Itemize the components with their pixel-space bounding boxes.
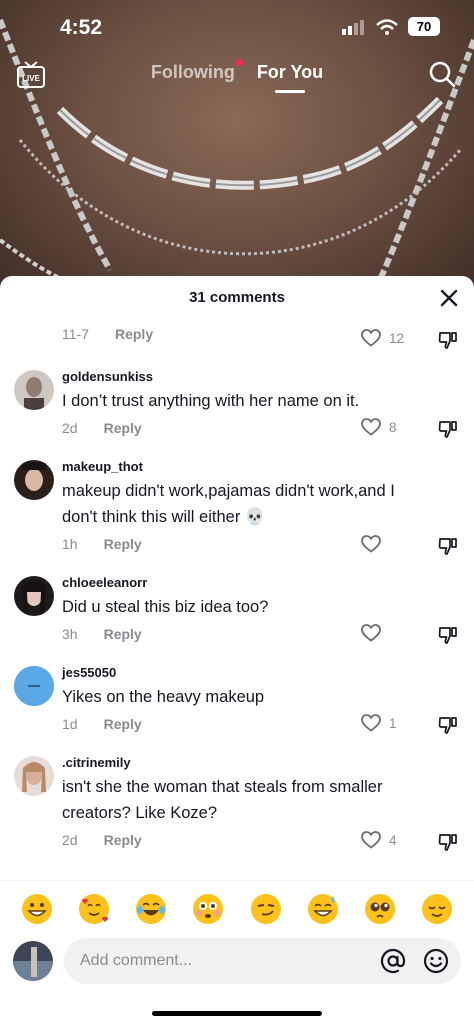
tab-following-label: Following — [150, 62, 235, 82]
comment-text: Yikes on the heavy makeup — [62, 688, 265, 706]
comments-count-title: 31 comments — [189, 289, 285, 306]
emoji-relieved-icon[interactable] — [421, 893, 453, 925]
status-time: 4:52 — [60, 16, 103, 39]
avatar[interactable] — [14, 756, 54, 796]
smiley-icon[interactable] — [423, 948, 449, 974]
avatar-image — [14, 460, 54, 500]
comment-body: goldensunkiss I don’t trust anything wit… — [62, 368, 362, 436]
comment-text: Did u steal this biz idea too? — [62, 598, 269, 616]
comment-meta: 2d Reply — [62, 420, 362, 436]
comment-username[interactable]: .citrinemily — [62, 754, 422, 772]
thumbs-down-icon[interactable] — [438, 419, 458, 439]
like-count: 8 — [389, 419, 397, 435]
like-button[interactable]: 1 — [361, 714, 397, 732]
feed-tabs: Following For You — [0, 59, 474, 93]
reply-button[interactable]: Reply — [104, 626, 142, 642]
like-button[interactable] — [361, 624, 389, 642]
thumbs-down-icon[interactable] — [438, 330, 458, 350]
comment-meta: 3h Reply — [62, 626, 362, 642]
thumbs-down-icon[interactable] — [438, 625, 458, 645]
comment-text: I don’t trust anything with her name on … — [62, 392, 360, 410]
emoji-tears-of-joy-icon[interactable] — [135, 893, 167, 925]
comment-date: 3h — [62, 626, 78, 642]
notification-dot — [235, 59, 243, 66]
comment-text: makeup didn't work,pajamas didn't work,a… — [62, 482, 395, 526]
heart-outline-icon — [361, 329, 381, 347]
comment-date: 2d — [62, 420, 78, 436]
reply-button[interactable]: Reply — [115, 326, 153, 342]
status-icons: 70 — [342, 17, 440, 36]
comment-date: 2d — [62, 832, 78, 848]
like-button[interactable]: 12 — [361, 329, 404, 347]
active-tab-indicator — [274, 90, 305, 93]
like-button[interactable]: 8 — [361, 418, 397, 436]
top-navigation: LIVE Following For You — [0, 56, 474, 100]
battery-indicator: 70 — [408, 17, 440, 36]
close-icon[interactable] — [440, 289, 458, 307]
comment-username[interactable]: chloeeleanorr — [62, 574, 362, 592]
emoji-smirk-icon[interactable] — [250, 893, 282, 925]
reply-button[interactable]: Reply — [104, 420, 142, 436]
thumbs-down-icon[interactable] — [438, 536, 458, 556]
comment-body: chloeeleanorr Did u steal this biz idea … — [62, 574, 362, 642]
comment-date: 1h — [62, 536, 78, 552]
tab-for-you-label: For You — [256, 62, 324, 82]
avatar-image — [14, 756, 54, 796]
home-indicator[interactable] — [152, 1011, 322, 1016]
at-sign-icon[interactable] — [380, 948, 406, 974]
avatar-image — [14, 666, 54, 706]
heart-outline-icon — [361, 418, 381, 436]
emoji-pleading-icon[interactable] — [364, 893, 396, 925]
comment-date: 11-7 — [62, 326, 89, 342]
avatar-image — [14, 576, 54, 616]
reply-button[interactable]: Reply — [104, 716, 142, 732]
like-count: 12 — [389, 330, 405, 346]
search-icon[interactable] — [428, 60, 456, 88]
thumbs-down-icon[interactable] — [438, 832, 458, 852]
reply-button[interactable]: Reply — [104, 832, 142, 848]
heart-outline-icon — [361, 714, 381, 732]
status-bar: 4:52 70 — [0, 0, 474, 56]
comment-body: 11-7 Reply — [62, 326, 362, 342]
like-count: 4 — [389, 832, 397, 848]
avatar[interactable] — [14, 666, 54, 706]
thumbs-down-icon[interactable] — [438, 715, 458, 735]
comment-input-bar — [0, 938, 474, 988]
comment-username[interactable]: jes55050 — [62, 664, 362, 682]
emoji-grin-icon[interactable] — [21, 893, 53, 925]
reply-button[interactable]: Reply — [104, 536, 142, 552]
comment-username[interactable]: makeup_thot — [62, 458, 432, 476]
like-button[interactable]: 4 — [361, 831, 397, 849]
avatar[interactable] — [14, 576, 54, 616]
emoji-sweat-smile-icon[interactable] — [307, 893, 339, 925]
avatar-image — [14, 370, 54, 410]
quick-emoji-row — [0, 880, 474, 936]
heart-outline-icon — [361, 831, 381, 849]
signal-icon — [342, 19, 364, 35]
tab-for-you[interactable]: For You — [256, 62, 324, 93]
heart-outline-icon — [361, 535, 381, 553]
avatar[interactable] — [14, 460, 54, 500]
tab-following[interactable]: Following — [150, 59, 243, 83]
heart-outline-icon — [361, 624, 381, 642]
comment-body: jes55050 Yikes on the heavy makeup 1d Re… — [62, 664, 362, 732]
like-count: 1 — [389, 715, 397, 731]
comment-meta: 1d Reply — [62, 716, 362, 732]
comment-username[interactable]: goldensunkiss — [62, 368, 362, 386]
emoji-flushed-icon[interactable] — [192, 893, 224, 925]
comment-date: 1d — [62, 716, 78, 732]
comment-meta: 11-7 Reply — [62, 326, 362, 342]
wifi-icon — [376, 18, 398, 35]
current-user-avatar[interactable] — [13, 941, 53, 981]
current-user-avatar-image — [13, 941, 53, 981]
like-button[interactable] — [361, 535, 389, 553]
avatar[interactable] — [14, 370, 54, 410]
comment-text: isn't she the woman that steals from sma… — [62, 778, 383, 822]
comments-header: 31 comments — [0, 276, 474, 320]
emoji-hearts-icon[interactable] — [78, 893, 110, 925]
